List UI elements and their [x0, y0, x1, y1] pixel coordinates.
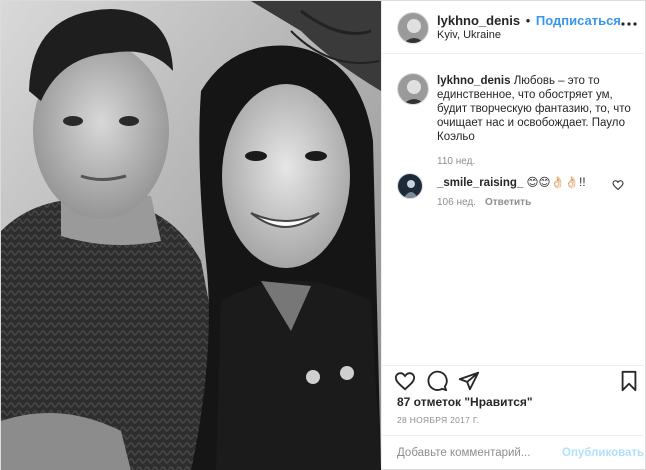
caption-username[interactable]: lykhno_denis [437, 75, 511, 87]
comment-bubble-glyph [427, 370, 448, 392]
commenter-username[interactable]: _smile_raising_ [437, 177, 523, 189]
bookmark-icon[interactable] [618, 370, 640, 392]
caption-avatar[interactable] [397, 73, 429, 105]
bookmark-glyph [621, 370, 637, 392]
commenter-avatar[interactable] [397, 173, 423, 199]
post-date[interactable]: 28 НОЯБРЯ 2017 Г. [397, 415, 479, 425]
author-avatar-image [398, 13, 428, 43]
action-bar [382, 365, 646, 395]
add-comment-bar: Добавьте комментарий... Опубликовать [382, 435, 646, 470]
caption-text-block: lykhno_denis Любовь – это то единственно… [437, 74, 637, 144]
comment-input[interactable]: Добавьте комментарий... [397, 447, 530, 459]
more-icon[interactable] [620, 15, 638, 36]
comment-like-heart-glyph [612, 180, 624, 191]
comment-time[interactable]: 106 нед. [437, 197, 476, 208]
header-user-line: lykhno_denis • Подписаться [437, 13, 621, 28]
like-heart-glyph [394, 372, 416, 391]
caption-time[interactable]: 110 нед. [437, 156, 475, 167]
post-photo-image [1, 1, 381, 470]
share-icon[interactable] [458, 370, 480, 392]
likes-count[interactable]: 87 отметок "Нравится" [397, 395, 533, 409]
location-link[interactable]: Kyiv, Ukraine [437, 29, 501, 41]
post-side-panel: lykhno_denis • Подписаться Kyiv, Ukraine [381, 1, 646, 470]
comment-icon[interactable] [426, 370, 448, 392]
author-username[interactable]: lykhno_denis [437, 13, 520, 28]
more-icon-glyph [621, 22, 637, 26]
comment-text-block: _smile_raising_ 😊😊👌🏻👌🏻!! [437, 175, 617, 189]
heart-icon[interactable] [394, 370, 416, 392]
author-avatar[interactable] [397, 12, 429, 44]
instagram-post: lykhno_denis • Подписаться Kyiv, Ukraine [0, 0, 646, 470]
caption-avatar-image [398, 74, 428, 104]
reply-button[interactable]: Ответить [485, 197, 531, 208]
separator-dot: • [525, 13, 531, 28]
share-plane-glyph [458, 371, 480, 391]
commenter-avatar-image [398, 174, 422, 198]
follow-button[interactable]: Подписаться [536, 13, 621, 28]
post-header: lykhno_denis • Подписаться Kyiv, Ukraine [382, 1, 646, 54]
publish-button[interactable]: Опубликовать [562, 447, 644, 459]
post-photo[interactable] [1, 1, 381, 470]
comments-list: lykhno_denis Любовь – это то единственно… [382, 55, 646, 365]
comment-text: 😊😊👌🏻👌🏻!! [526, 177, 586, 189]
comment-like-heart-icon[interactable] [612, 178, 624, 191]
